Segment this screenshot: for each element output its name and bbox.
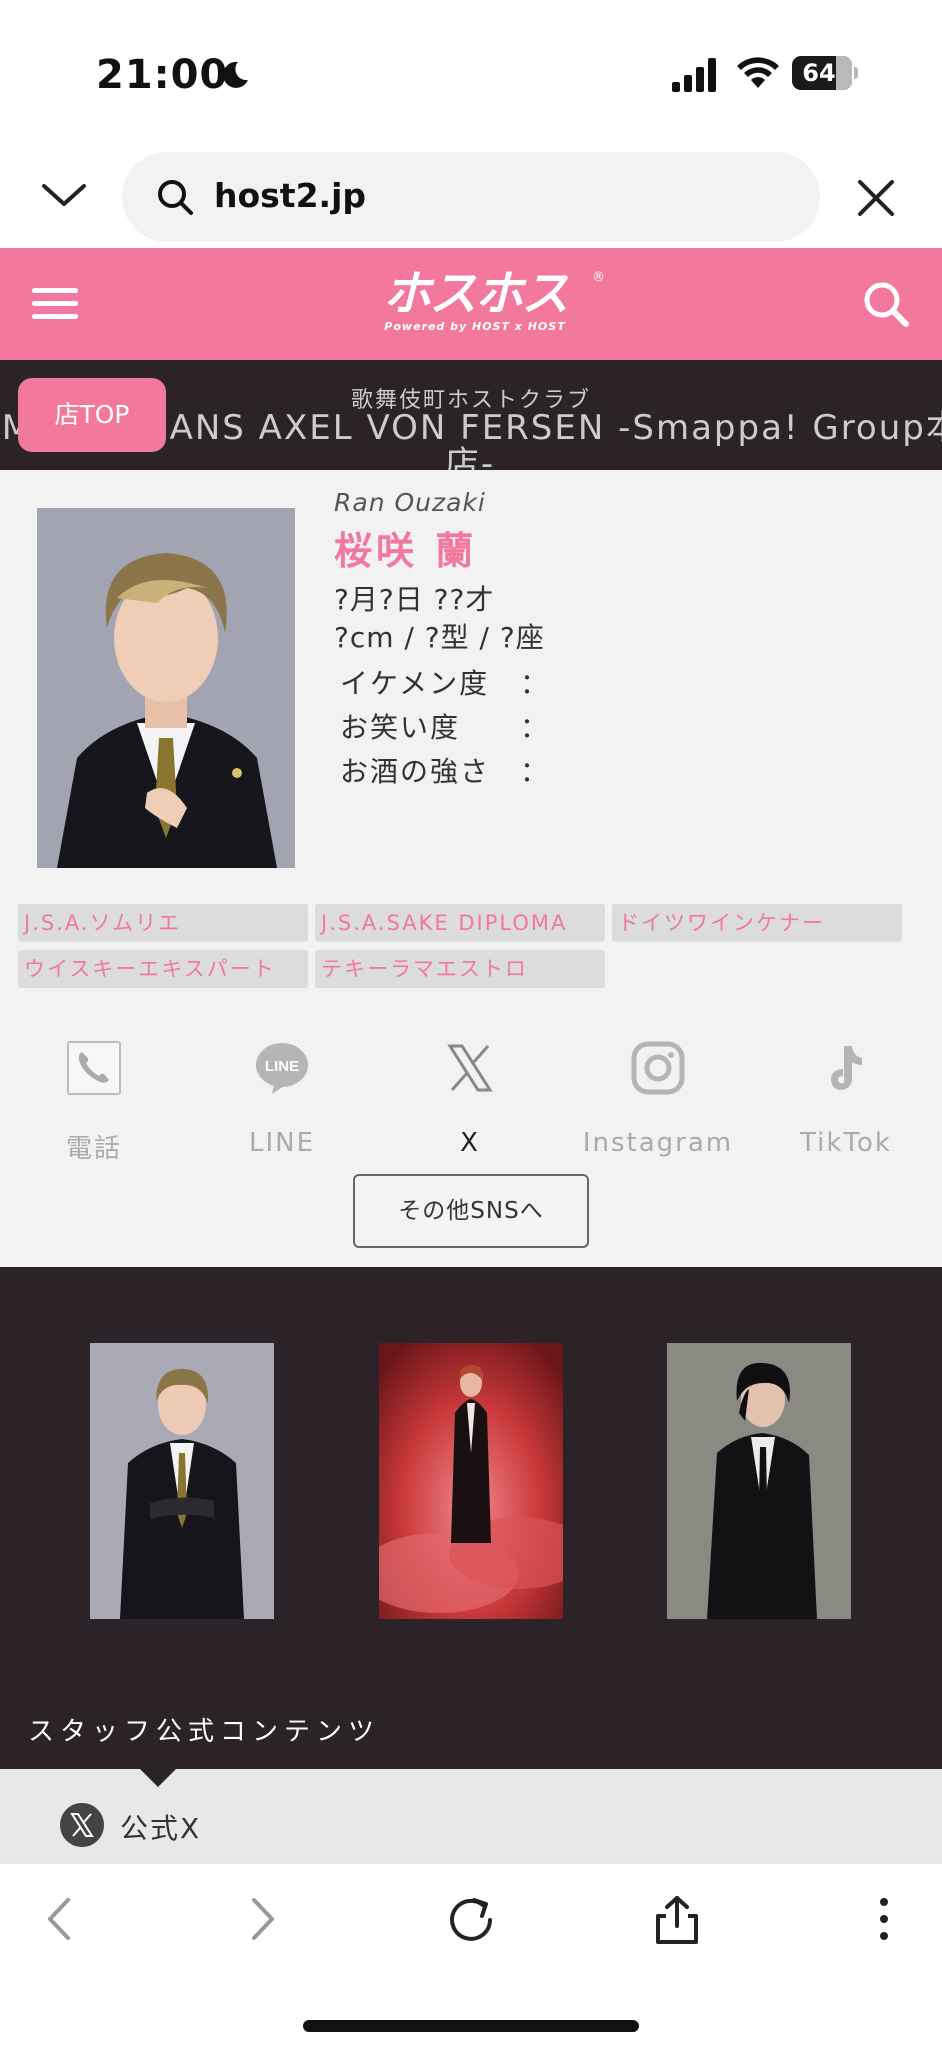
hamburger-menu-icon[interactable] [30,284,80,324]
logo-registered-mark: ® [592,270,605,285]
host-name: 桜咲 蘭 [334,529,478,573]
tiktok-icon [831,1046,862,1090]
club-bar: 歌舞伎町ホストクラブ SMAPPA!HANS AXEL VON FERSEN -… [0,360,942,470]
other-sns-button[interactable]: その他SNSへ [353,1174,589,1248]
stat-row-alcohol: お酒の強さ ： [340,750,548,790]
qualification-tag: ドイツワインケナー [612,904,902,942]
qualification-tag: ウイスキーエキスパート [18,950,308,988]
sns-line[interactable]: LINE LINE [188,1040,376,1160]
staff-content-title: スタッフ公式コンテンツ [28,1717,381,1747]
more-options-icon[interactable] [874,1894,894,1944]
gallery-photo[interactable] [667,1343,851,1619]
instagram-icon [631,1041,685,1095]
search-icon[interactable] [862,280,910,328]
browser-toolbar [0,1863,942,2048]
browser-address-row: host2.jp [0,150,942,248]
stat-separator: ： [520,711,551,744]
sns-tiktok[interactable]: TikTok [752,1040,940,1160]
site-header: ホスホス Powered by HOST x HOST ® [0,248,942,360]
phone-icon [67,1041,121,1095]
official-x-label: 公式X [120,1812,202,1845]
sns-x[interactable]: X [376,1040,564,1160]
qualification-tag: テキーラマエストロ [315,950,605,988]
chevron-down-icon[interactable] [40,180,88,210]
height-bloodtype-zodiac: ?cm / ?型 / ?座 [334,621,545,654]
sns-phone[interactable]: 電話 [0,1040,188,1164]
sns-label: LINE [248,1128,316,1158]
gallery-photo[interactable] [379,1343,563,1619]
qualification-tag: J.S.A.ソムリエ [18,904,308,942]
stat-row-humor: お笑い度 ： [340,706,548,746]
line-icon: LINE [256,1043,308,1094]
reload-icon[interactable] [446,1894,496,1944]
status-bar: 21:00 64 [0,0,942,150]
stat-separator: ： [520,667,551,700]
host-name-romaji: Ran Ouzaki [334,488,486,517]
site-logo[interactable]: ホスホス Powered by HOST x HOST ® [345,270,605,342]
status-time: 21:00 [96,52,229,98]
tab-pointer [140,1769,176,1787]
photo-gallery: スタッフ公式コンテンツ [0,1267,942,1769]
battery-icon: 64 [792,56,858,90]
x-logo-icon [60,1803,104,1847]
profile-photo [37,508,295,868]
sns-label: Instagram [582,1128,734,1158]
share-icon[interactable] [652,1894,702,1946]
sns-links: 電話 LINE LINE X Instagram TikTok [0,1040,942,1164]
close-icon[interactable] [856,178,896,218]
birthday-age: ?月?日 ??才 [334,583,495,616]
cellular-signal-icon [672,58,716,92]
search-icon [158,180,193,215]
shop-top-button[interactable]: 店TOP [18,378,166,452]
stat-label: お酒の強さ [340,755,491,788]
sns-label: TikTok [800,1128,892,1158]
sns-label: X [460,1128,480,1158]
url-text: host2.jp [214,176,367,215]
profile-photo-art [37,508,295,868]
qualification-tag: J.S.A.SAKE DIPLOMA [315,904,605,942]
back-icon[interactable] [44,1894,74,1944]
stat-label: イケメン度 [340,667,490,700]
forward-icon[interactable] [248,1894,278,1944]
wifi-icon [737,57,779,88]
gallery-photo[interactable] [90,1343,274,1619]
url-field[interactable]: host2.jp [122,152,820,242]
sns-instagram[interactable]: Instagram [564,1040,752,1160]
x-icon [447,1044,493,1092]
stat-separator: ： [520,755,551,788]
moon-icon [223,61,248,88]
sns-label: 電話 [65,1134,122,1164]
profile-section: Ran Ouzaki 桜咲 蘭 ?月?日 ??才 ?cm / ?型 / ?座 イ… [0,470,942,1267]
logo-text: ホスホス [382,266,569,322]
home-indicator [303,2020,639,2032]
svg-text:LINE: LINE [265,1058,299,1075]
battery-level: 64 [802,59,836,87]
stat-row-looks: イケメン度 ： [340,662,548,702]
stat-label: お笑い度 [340,711,461,744]
